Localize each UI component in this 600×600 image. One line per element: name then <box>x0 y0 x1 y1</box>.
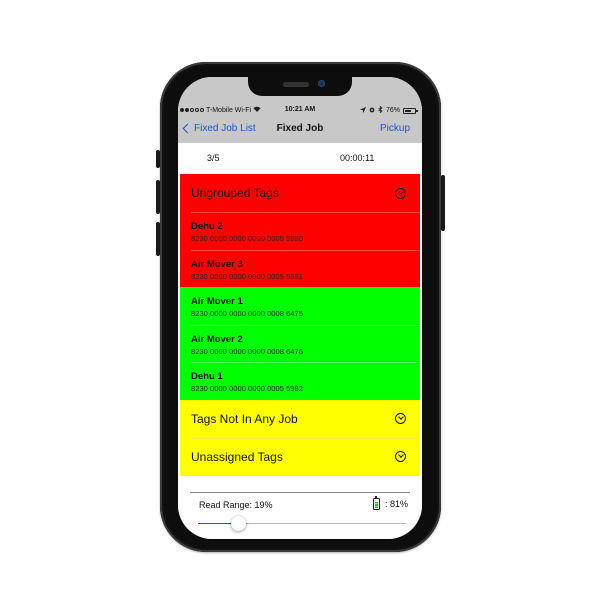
tag-name: Dehu 1 <box>191 371 223 382</box>
speaker-grille <box>283 82 309 87</box>
section-title: Tags Not In Any Job <box>191 411 298 426</box>
status-right: 76% <box>359 105 418 115</box>
reader-battery-label: : 81% <box>384 499 408 509</box>
row-divider <box>191 324 420 326</box>
tag-name: Air Mover 2 <box>191 333 243 345</box>
tag-row[interactable]: Dehu 2 8230 0000 0000 0000 0005 5980 <box>180 212 420 250</box>
row-divider <box>191 362 420 363</box>
divider <box>190 492 410 493</box>
tag-epc: 8230 0000 0000 0000 0008 6476 <box>191 346 303 356</box>
tag-epc: 8230 0000 0000 0000 0008 6475 <box>191 309 303 318</box>
reader-battery-icon <box>372 496 380 510</box>
job-info-bar: 3/5 00:00:11 <box>178 143 422 174</box>
tag-row[interactable]: Air Mover 3 8230 0000 0000 0000 0005 598… <box>180 249 420 287</box>
found-count: 3/5 <box>207 153 220 163</box>
chevron-down-circle-icon[interactable] <box>395 413 406 424</box>
tag-list: Ungrouped Tags Dehu 2 8230 0000 0000 000… <box>180 174 420 476</box>
location-arrow-icon <box>359 106 366 115</box>
slider-thumb[interactable] <box>230 516 246 531</box>
elapsed-timer: 00:00:11 <box>340 153 375 163</box>
chevron-down-circle-icon[interactable] <box>395 187 406 199</box>
tag-row[interactable]: Dehu 1 8230 0000 0000 0000 0005 5982 <box>180 362 420 400</box>
reader-battery: : 81% <box>372 496 408 510</box>
tag-row[interactable]: Air Mover 2 8230 0000 0000 0000 0008 647… <box>180 324 420 362</box>
navigation-bar: Fixed Job List Fixed Job Pickup <box>178 121 422 141</box>
section-tags-not-in-any-job[interactable]: Tags Not In Any Job <box>180 399 420 438</box>
back-button[interactable]: Fixed Job List <box>182 123 256 134</box>
status-bar: T-Mobile Wi-Fi 10:21 AM 76% <box>178 105 422 118</box>
section-title: Unassigned Tags <box>191 449 283 464</box>
row-divider <box>191 437 420 439</box>
tag-name: Air Mover 1 <box>191 296 243 307</box>
pickup-button[interactable]: Pickup <box>380 123 410 134</box>
tag-name: Dehu 2 <box>191 221 223 232</box>
chevron-left-icon <box>182 123 193 134</box>
bluetooth-icon <box>378 105 383 115</box>
notch <box>248 77 352 96</box>
tag-epc: 8230 0000 0000 0000 0005 5980 <box>191 234 303 243</box>
alarm-icon <box>369 107 375 115</box>
front-camera <box>318 80 325 87</box>
read-range-label: Read Range: 19% <box>199 500 273 510</box>
row-divider <box>191 249 420 251</box>
battery-icon <box>403 107 418 114</box>
section-unassigned-tags[interactable]: Unassigned Tags <box>180 437 420 476</box>
tag-name: Air Mover 3 <box>191 258 243 270</box>
reader-controls: Read Range: 19% : 81% <box>178 489 422 539</box>
row-divider <box>191 212 420 213</box>
tag-epc: 8230 0000 0000 0000 0005 5981 <box>191 271 303 281</box>
back-button-label: Fixed Job List <box>194 123 256 134</box>
chevron-down-circle-icon[interactable] <box>395 451 406 462</box>
phone-screen: T-Mobile Wi-Fi 10:21 AM 76% Fixed Job Li… <box>178 77 422 539</box>
read-range-slider[interactable] <box>198 516 406 531</box>
battery-percent: 76% <box>385 107 400 114</box>
side-power-button <box>441 175 445 231</box>
section-ungrouped-tags[interactable]: Ungrouped Tags <box>180 174 420 212</box>
section-title: Ungrouped Tags <box>191 186 279 200</box>
tag-row[interactable]: Air Mover 1 8230 0000 0000 0000 0008 647… <box>180 287 420 325</box>
tag-epc: 8230 0000 0000 0000 0005 5982 <box>191 384 303 393</box>
